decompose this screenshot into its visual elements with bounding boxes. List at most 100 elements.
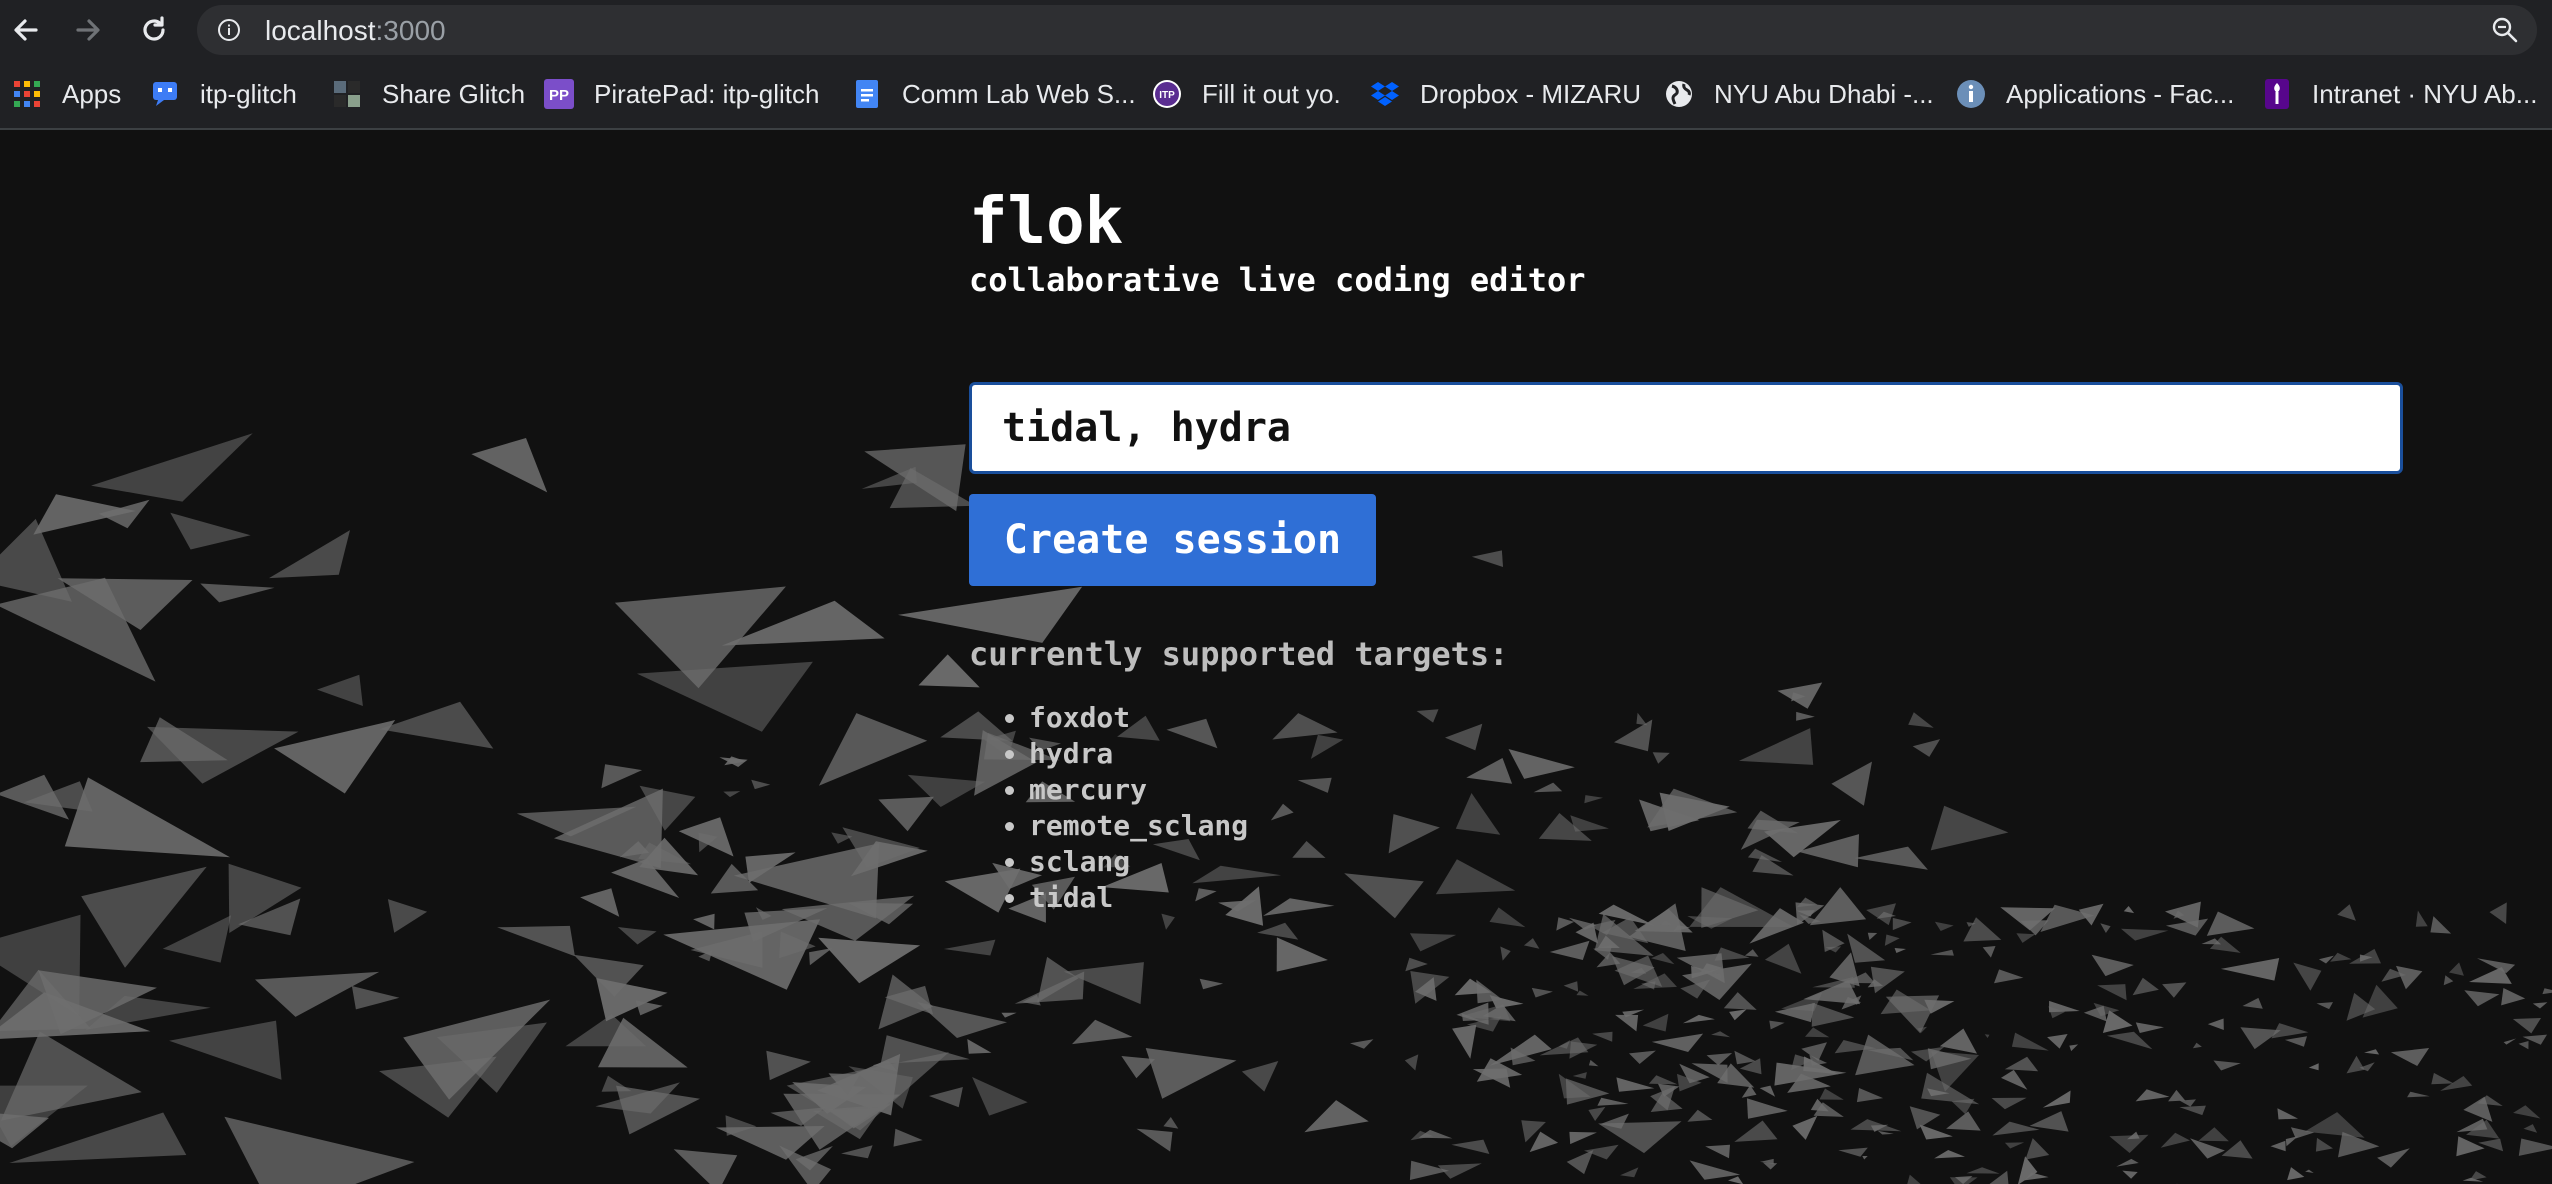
flock-shape [1746,1098,1788,1119]
flock-shape [1163,1117,1179,1129]
flock-shape [98,499,150,529]
bookmark-share-glitch[interactable]: Share Glitch [332,60,525,128]
bookmark-label: Share Glitch [382,78,526,109]
flock-shape [2097,984,2127,1001]
address-bar[interactable]: localhost:3000 [197,5,2537,55]
bookmarks-bar: Apps itp-glitch Share Glitch PP PiratePa… [0,60,2552,130]
flock-shape [1563,981,1579,992]
flock-shape [269,530,350,579]
bookmark-dropbox[interactable]: Dropbox - MIZARU [1370,60,1641,128]
flock-shape [1734,1120,1778,1142]
site-info-icon[interactable] [217,18,241,42]
flock-shape [169,1020,282,1080]
back-arrow-icon[interactable] [8,12,44,48]
flock-shape [1523,938,1540,949]
flock-shape [2011,1032,2049,1051]
flock-shape [1930,805,2009,851]
flock-shape [1759,1085,1776,1097]
flock-shape [723,791,741,798]
create-session-button[interactable]: Create session [969,494,1376,586]
flock-shape [2001,1069,2028,1090]
flock-shape [200,583,275,603]
flock-shape [1934,1150,1965,1159]
flock-shape [2346,992,2376,1021]
share-glitch-icon [334,81,360,107]
flock-shape [2443,975,2454,986]
flock-shape [2160,1132,2190,1148]
flock-shape [1951,1098,1975,1115]
flock-shape [1992,1121,2040,1136]
flock-shape [2415,910,2428,927]
flock-shape [2100,923,2111,933]
flock-shape [91,433,253,502]
bookmark-applications[interactable]: Applications - Fac... [1956,60,2234,128]
flock-shape [1588,1106,1606,1121]
bookmark-nyu-abu-dhabi[interactable]: NYU Abu Dhabi -... [1664,60,1934,128]
flock-shape [1728,1176,1744,1184]
flock-shape [2213,1060,2241,1071]
bookmark-fill-it-out[interactable]: ITP Fill it out yo. [1152,60,1341,128]
flock-shape [1584,795,1603,804]
flock-shape [274,720,396,794]
flock-shape [2349,948,2381,964]
flock-shape [818,937,921,984]
flock-shape [1705,1144,1730,1159]
flock-shape [1161,913,1175,930]
zoom-icon[interactable] [2491,16,2519,44]
flock-shape [1877,1130,1894,1135]
flock-shape [1764,943,1802,974]
url-port: :3000 [375,15,446,46]
flock-shape [0,1085,88,1147]
bookmark-label: NYU Abu Dhabi -... [1714,78,1934,109]
flock-shape [1847,933,1886,963]
flock-shape [1651,1033,1704,1052]
reload-icon[interactable] [136,12,172,48]
flock-shape [636,661,813,732]
flock-shape [1838,1147,1868,1157]
target-item: hydra [1029,736,1248,772]
flock-shape [2284,1036,2307,1047]
bookmark-label: Intranet · NYU Ab... [2312,78,2538,109]
session-targets-input[interactable] [969,382,2403,474]
flock-shape [2121,928,2169,941]
target-item: tidal [1029,880,1248,916]
flock-shape [2377,1148,2410,1168]
flock-shape [1304,1100,1369,1133]
bookmark-apps[interactable]: Apps [12,60,121,128]
flock-shape [1508,749,1575,779]
flock-shape [2047,1034,2068,1049]
flock-shape [1946,1111,1981,1131]
flock-shape [1723,992,1757,1010]
bookmark-itp-glitch[interactable]: itp-glitch [150,60,297,128]
flock-shape [1769,1020,1785,1030]
flock-shape [673,1149,738,1184]
flock-shape [2240,1027,2281,1050]
url-text[interactable]: localhost:3000 [265,15,446,47]
globe-icon [1666,81,1692,107]
flock-shape [1870,966,1905,994]
bookmark-label: Apps [62,78,122,109]
forward-arrow-icon[interactable] [70,12,106,48]
flock-shape [1615,1014,1639,1032]
flock-shape [2083,1005,2107,1022]
flock-shape [2390,1048,2430,1066]
flock-shape [2221,1140,2253,1159]
bookmark-comm-lab[interactable]: Comm Lab Web S... [852,60,1136,128]
svg-text:ITP: ITP [1159,90,1175,101]
piratepad-icon: PP [544,79,574,109]
flock-shape [1388,814,1440,854]
flock-shape [2518,1138,2552,1156]
flock-shape [1569,1041,1598,1059]
flock-shape [1642,1013,1669,1032]
flock-shape [351,986,400,1010]
flock-shape [1199,978,1224,990]
flock-shape [2207,1018,2224,1030]
flock-shape [1744,949,1759,957]
target-item: sclang [1029,844,1248,880]
bookmark-intranet[interactable]: Intranet · NYU Ab... [2262,60,2537,128]
bookmark-piratepad[interactable]: PP PiratePad: itp-glitch [544,60,819,128]
flock-shape [1856,1088,1884,1103]
flock-shape [1963,917,2002,942]
flock-shape [1451,1139,1490,1154]
flock-shape [2532,1002,2548,1009]
